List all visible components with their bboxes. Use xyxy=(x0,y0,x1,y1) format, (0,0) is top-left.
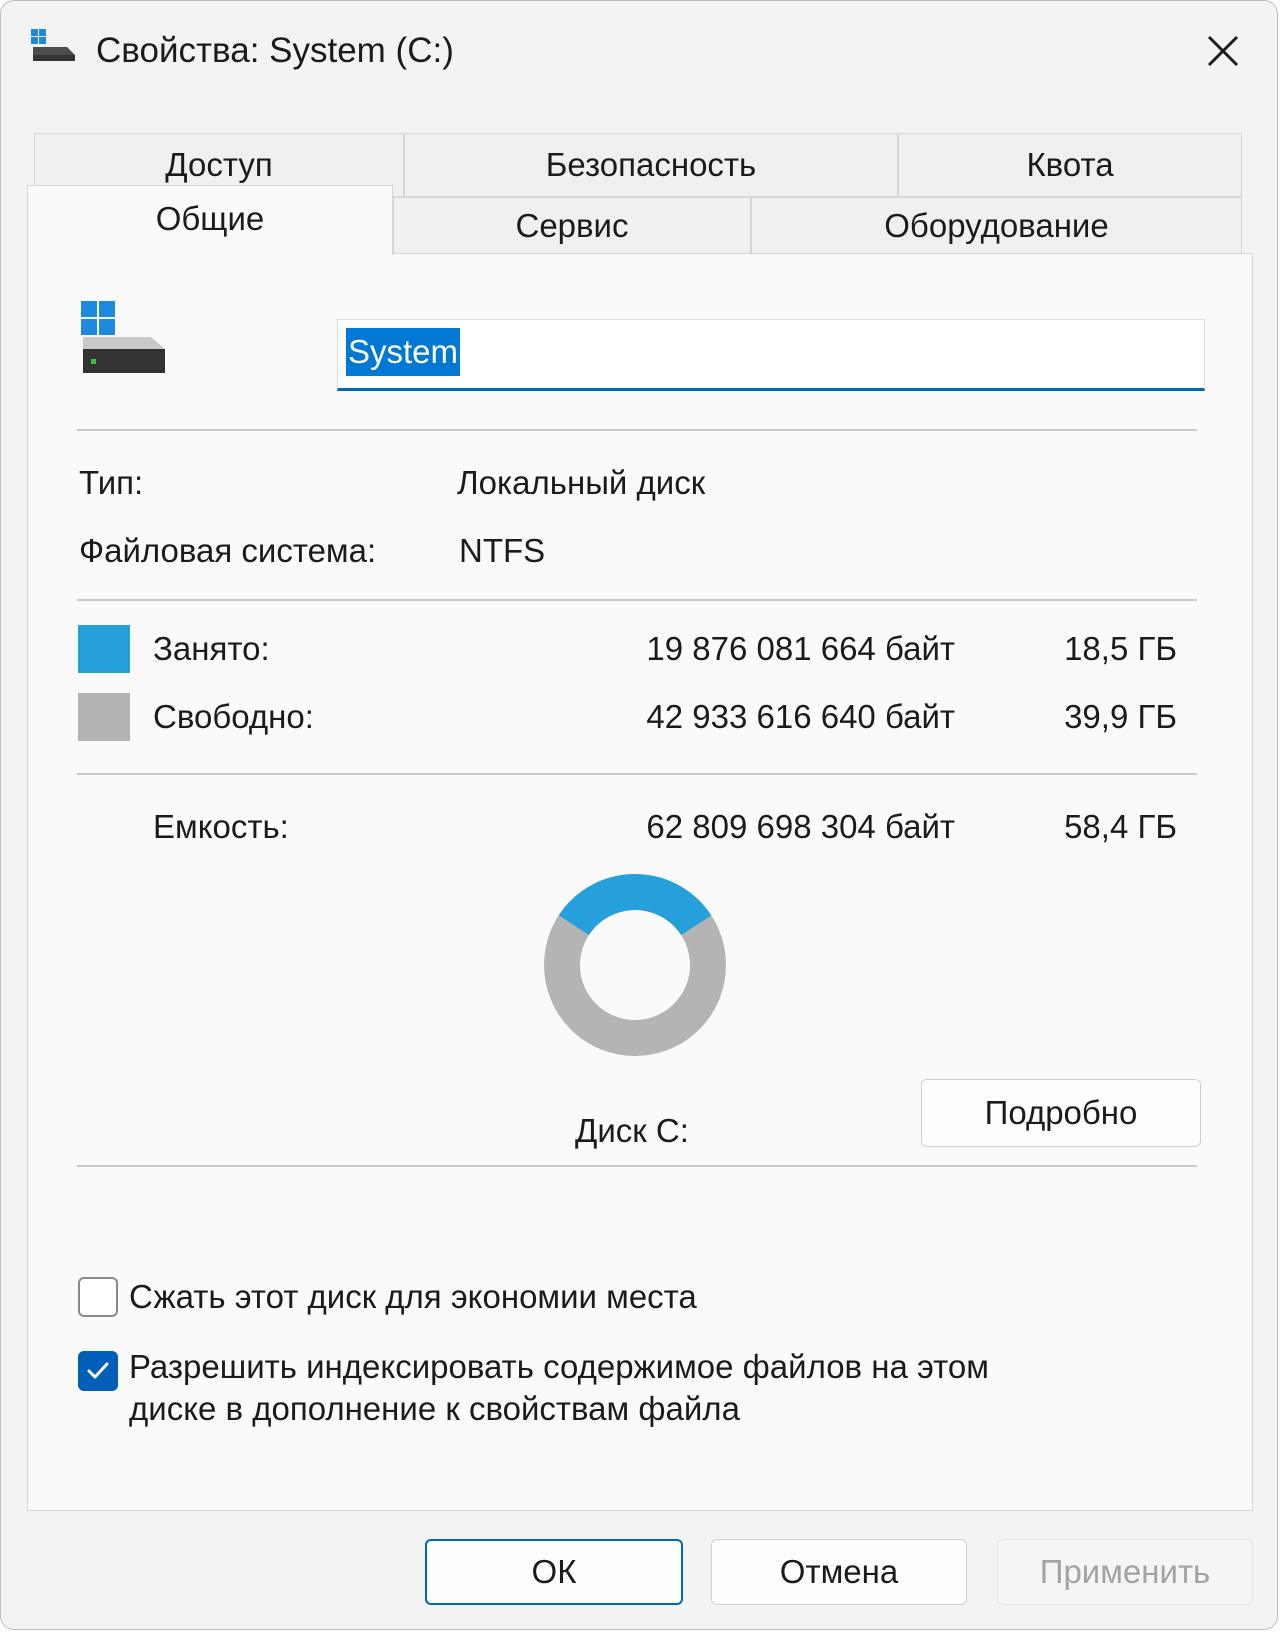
volume-name-input[interactable]: System xyxy=(337,319,1205,391)
filesystem-label: Файловая система: xyxy=(79,532,377,569)
disk-label: Диск C: xyxy=(575,1112,689,1149)
tab-general[interactable]: Общие xyxy=(27,185,393,255)
disk-usage-donut xyxy=(543,873,727,1057)
window-title: Свойства: System (C:) xyxy=(96,31,454,70)
free-size: 39,9 ГБ xyxy=(1064,698,1177,735)
compress-checkbox[interactable] xyxy=(78,1277,118,1317)
capacity-size: 58,4 ГБ xyxy=(1064,808,1177,845)
index-label-line1: Разрешить индексировать содержимое файло… xyxy=(129,1348,989,1385)
volume-name-text: System xyxy=(346,328,461,376)
used-size: 18,5 ГБ xyxy=(1064,630,1177,667)
close-icon xyxy=(1207,35,1239,67)
drive-large-icon xyxy=(81,301,167,375)
divider xyxy=(77,1165,1197,1167)
tab-tools[interactable]: Сервис xyxy=(393,197,751,255)
properties-dialog: Свойства: System (C:) Доступ Безопасност… xyxy=(0,0,1278,1630)
close-button[interactable] xyxy=(1201,29,1245,73)
drive-icon xyxy=(29,27,77,67)
used-space-swatch xyxy=(78,625,130,673)
type-label: Тип: xyxy=(79,464,144,501)
free-space-swatch xyxy=(78,693,130,741)
used-label: Занято: xyxy=(153,630,270,667)
free-bytes: 42 933 616 640 байт xyxy=(646,698,955,735)
divider xyxy=(77,429,1197,431)
tab-quota[interactable]: Квота xyxy=(898,133,1242,197)
capacity-bytes: 62 809 698 304 байт xyxy=(646,808,955,845)
compress-label: Сжать этот диск для экономии места xyxy=(129,1278,697,1315)
checkmark-icon xyxy=(87,1362,109,1379)
apply-button[interactable]: Применить xyxy=(997,1539,1253,1605)
tab-hardware[interactable]: Оборудование xyxy=(751,197,1242,255)
tab-security[interactable]: Безопасность xyxy=(404,133,898,197)
free-label: Свободно: xyxy=(153,698,314,735)
divider xyxy=(77,773,1197,775)
divider xyxy=(77,599,1197,601)
index-checkbox[interactable] xyxy=(78,1351,118,1391)
index-label-line2: диске в дополнение к свойствам файла xyxy=(129,1390,740,1427)
filesystem-value: NTFS xyxy=(459,532,546,569)
type-value: Локальный диск xyxy=(457,464,706,501)
used-bytes: 19 876 081 664 байт xyxy=(646,630,955,667)
details-button[interactable]: Подробно xyxy=(921,1079,1201,1147)
cancel-button[interactable]: Отмена xyxy=(711,1539,967,1605)
ok-button[interactable]: ОК xyxy=(425,1539,683,1605)
capacity-label: Емкость: xyxy=(153,808,289,845)
